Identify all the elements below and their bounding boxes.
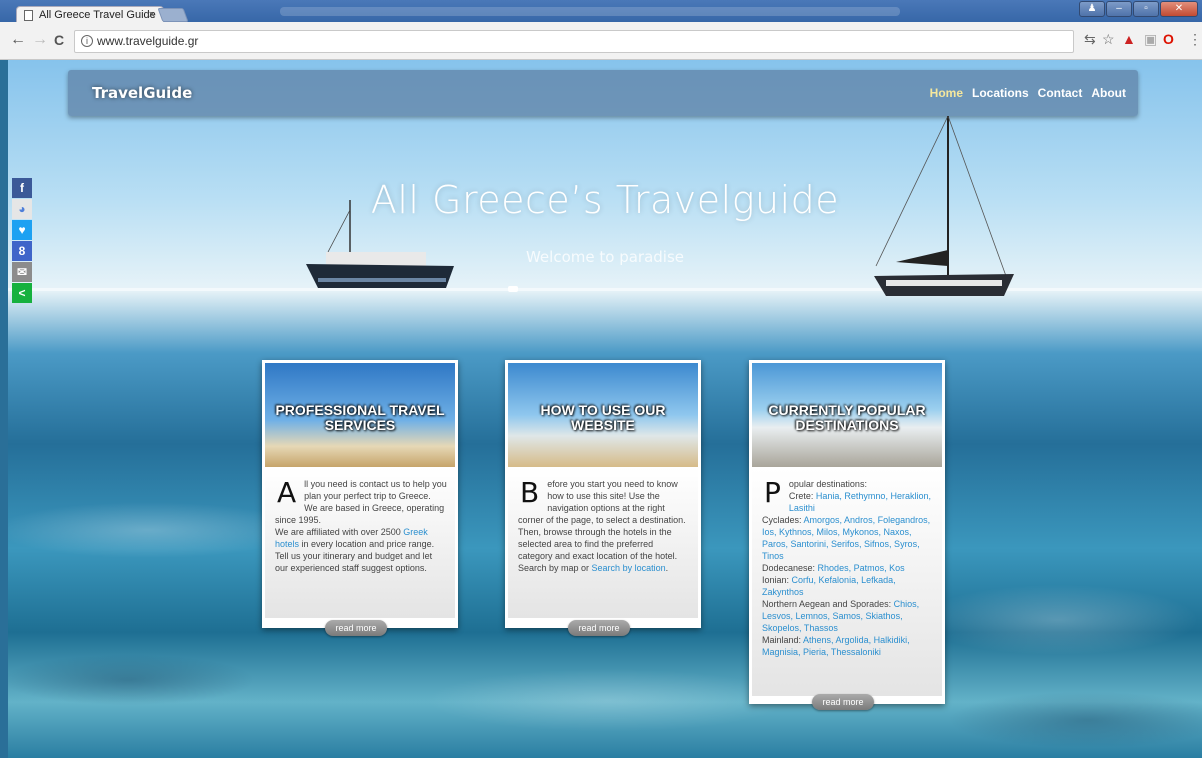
nav-contact[interactable]: Contact bbox=[1038, 86, 1083, 100]
site-logo[interactable]: TravelGuide bbox=[92, 84, 192, 102]
card-photo-jumping-people: PROFESSIONAL TRAVEL SERVICES bbox=[265, 363, 455, 467]
url-text: www.travelguide.gr bbox=[97, 34, 199, 48]
social-share-bar: f ◕ ♥ 8 ✉ < bbox=[12, 178, 32, 304]
card-how-to-use: HOW TO USE OUR WEBSITE B efore you start… bbox=[505, 360, 701, 636]
card-body: P opular destinations: Crete: Hania, Ret… bbox=[752, 468, 942, 696]
nav-locations[interactable]: Locations bbox=[972, 86, 1029, 100]
card-travel-services: PROFESSIONAL TRAVEL SERVICES A ll you ne… bbox=[262, 360, 458, 636]
drop-cap: P bbox=[764, 476, 781, 509]
reload-icon[interactable]: C bbox=[54, 32, 64, 48]
card-popular-destinations: CURRENTLY POPULAR DESTINATIONS P opular … bbox=[749, 360, 945, 710]
destination-group-label: Ionian: bbox=[762, 575, 792, 585]
hero-subtitle: Welcome to paradise bbox=[525, 248, 684, 266]
google-talk-icon[interactable]: ◕ bbox=[12, 199, 32, 219]
extension-badge-icon[interactable]: ▲ bbox=[1122, 31, 1136, 47]
card-text: ll you need is contact us to help you pl… bbox=[304, 479, 447, 501]
web-page: TravelGuide Home Locations Contact About… bbox=[8, 60, 1202, 758]
back-icon[interactable]: ← bbox=[10, 31, 26, 49]
card-photo-woman-beach: HOW TO USE OUR WEBSITE bbox=[508, 363, 698, 467]
destination-group-label: Crete: bbox=[788, 491, 816, 501]
info-icon[interactable]: i bbox=[81, 35, 93, 47]
drop-cap: A bbox=[277, 476, 297, 509]
translate-icon[interactable]: ⇆ bbox=[1084, 31, 1096, 48]
card-title: PROFESSIONAL TRAVEL SERVICES bbox=[275, 402, 445, 433]
maximize-button[interactable]: ▫ bbox=[1133, 1, 1159, 17]
card-title: HOW TO USE OUR WEBSITE bbox=[540, 402, 666, 433]
hero-title: All Greece’s Travelguide bbox=[370, 178, 840, 222]
nav-about[interactable]: About bbox=[1091, 86, 1126, 100]
blurred-title-area bbox=[280, 7, 900, 16]
read-more-button[interactable]: read more bbox=[568, 620, 630, 636]
nav-home[interactable]: Home bbox=[930, 86, 963, 100]
card-text: . bbox=[665, 563, 669, 573]
destination-group-label: Dodecanese: bbox=[762, 563, 818, 573]
destination-group-label: Northern Aegean and Sporades: bbox=[762, 599, 894, 609]
title-bar: All Greece Travel Guide × ♟ – ▫ ✕ bbox=[0, 0, 1202, 24]
site-navbar: TravelGuide Home Locations Contact About bbox=[68, 70, 1138, 116]
email-icon[interactable]: ✉ bbox=[12, 262, 32, 282]
twitter-icon[interactable]: ♥ bbox=[12, 220, 32, 240]
facebook-icon[interactable]: f bbox=[12, 178, 32, 198]
dinghy-image bbox=[508, 286, 518, 292]
menu-dots-icon[interactable]: ⋮ bbox=[1188, 31, 1202, 48]
page-icon bbox=[24, 10, 33, 21]
opera-icon[interactable]: O bbox=[1163, 31, 1174, 47]
google-plus-icon[interactable]: 8 bbox=[12, 241, 32, 261]
forward-icon[interactable]: → bbox=[32, 31, 48, 49]
card-body: A ll you need is contact us to help you … bbox=[265, 468, 455, 618]
bookmark-star-icon[interactable]: ☆ bbox=[1102, 31, 1115, 48]
card-body: B efore you start you need to know how t… bbox=[508, 468, 698, 618]
main-menu: Home Locations Contact About bbox=[930, 86, 1126, 100]
destination-links[interactable]: Rhodes, Patmos, Kos bbox=[818, 563, 905, 573]
card-text: in every location and price range. Tell … bbox=[275, 539, 435, 573]
search-by-location-link[interactable]: Search by location bbox=[592, 563, 666, 573]
pdf-extension-icon[interactable]: ▣ bbox=[1144, 31, 1157, 48]
read-more-button[interactable]: read more bbox=[325, 620, 387, 636]
card-text: opular destinations: bbox=[788, 479, 867, 489]
destination-group-label: Cyclades: bbox=[762, 515, 804, 525]
destination-group-label: Mainland: bbox=[762, 635, 804, 645]
tab-title: All Greece Travel Guide bbox=[39, 9, 156, 21]
card-text: efore you start you need to know how to … bbox=[518, 479, 686, 573]
new-tab-button[interactable] bbox=[157, 8, 189, 22]
card-title: CURRENTLY POPULAR DESTINATIONS bbox=[768, 402, 926, 433]
close-window-button[interactable]: ✕ bbox=[1160, 1, 1198, 17]
user-button[interactable]: ♟ bbox=[1079, 1, 1105, 17]
horizon-line bbox=[8, 288, 1202, 291]
minimize-button[interactable]: – bbox=[1106, 1, 1132, 17]
drop-cap: B bbox=[520, 476, 540, 509]
browser-toolbar: ← → C i www.travelguide.gr ⇆ ☆ ▲ ▣ O ⋮ bbox=[0, 22, 1202, 60]
share-icon[interactable]: < bbox=[12, 283, 32, 303]
card-text: We are affiliated with over 2500 bbox=[275, 527, 404, 537]
card-photo-beach-deck: CURRENTLY POPULAR DESTINATIONS bbox=[752, 363, 942, 467]
read-more-button[interactable]: read more bbox=[812, 694, 874, 710]
address-bar[interactable]: i www.travelguide.gr bbox=[74, 30, 1074, 53]
window-controls: ♟ – ▫ ✕ bbox=[1079, 1, 1198, 17]
card-text: We are based in Greece, operating since … bbox=[275, 503, 445, 525]
